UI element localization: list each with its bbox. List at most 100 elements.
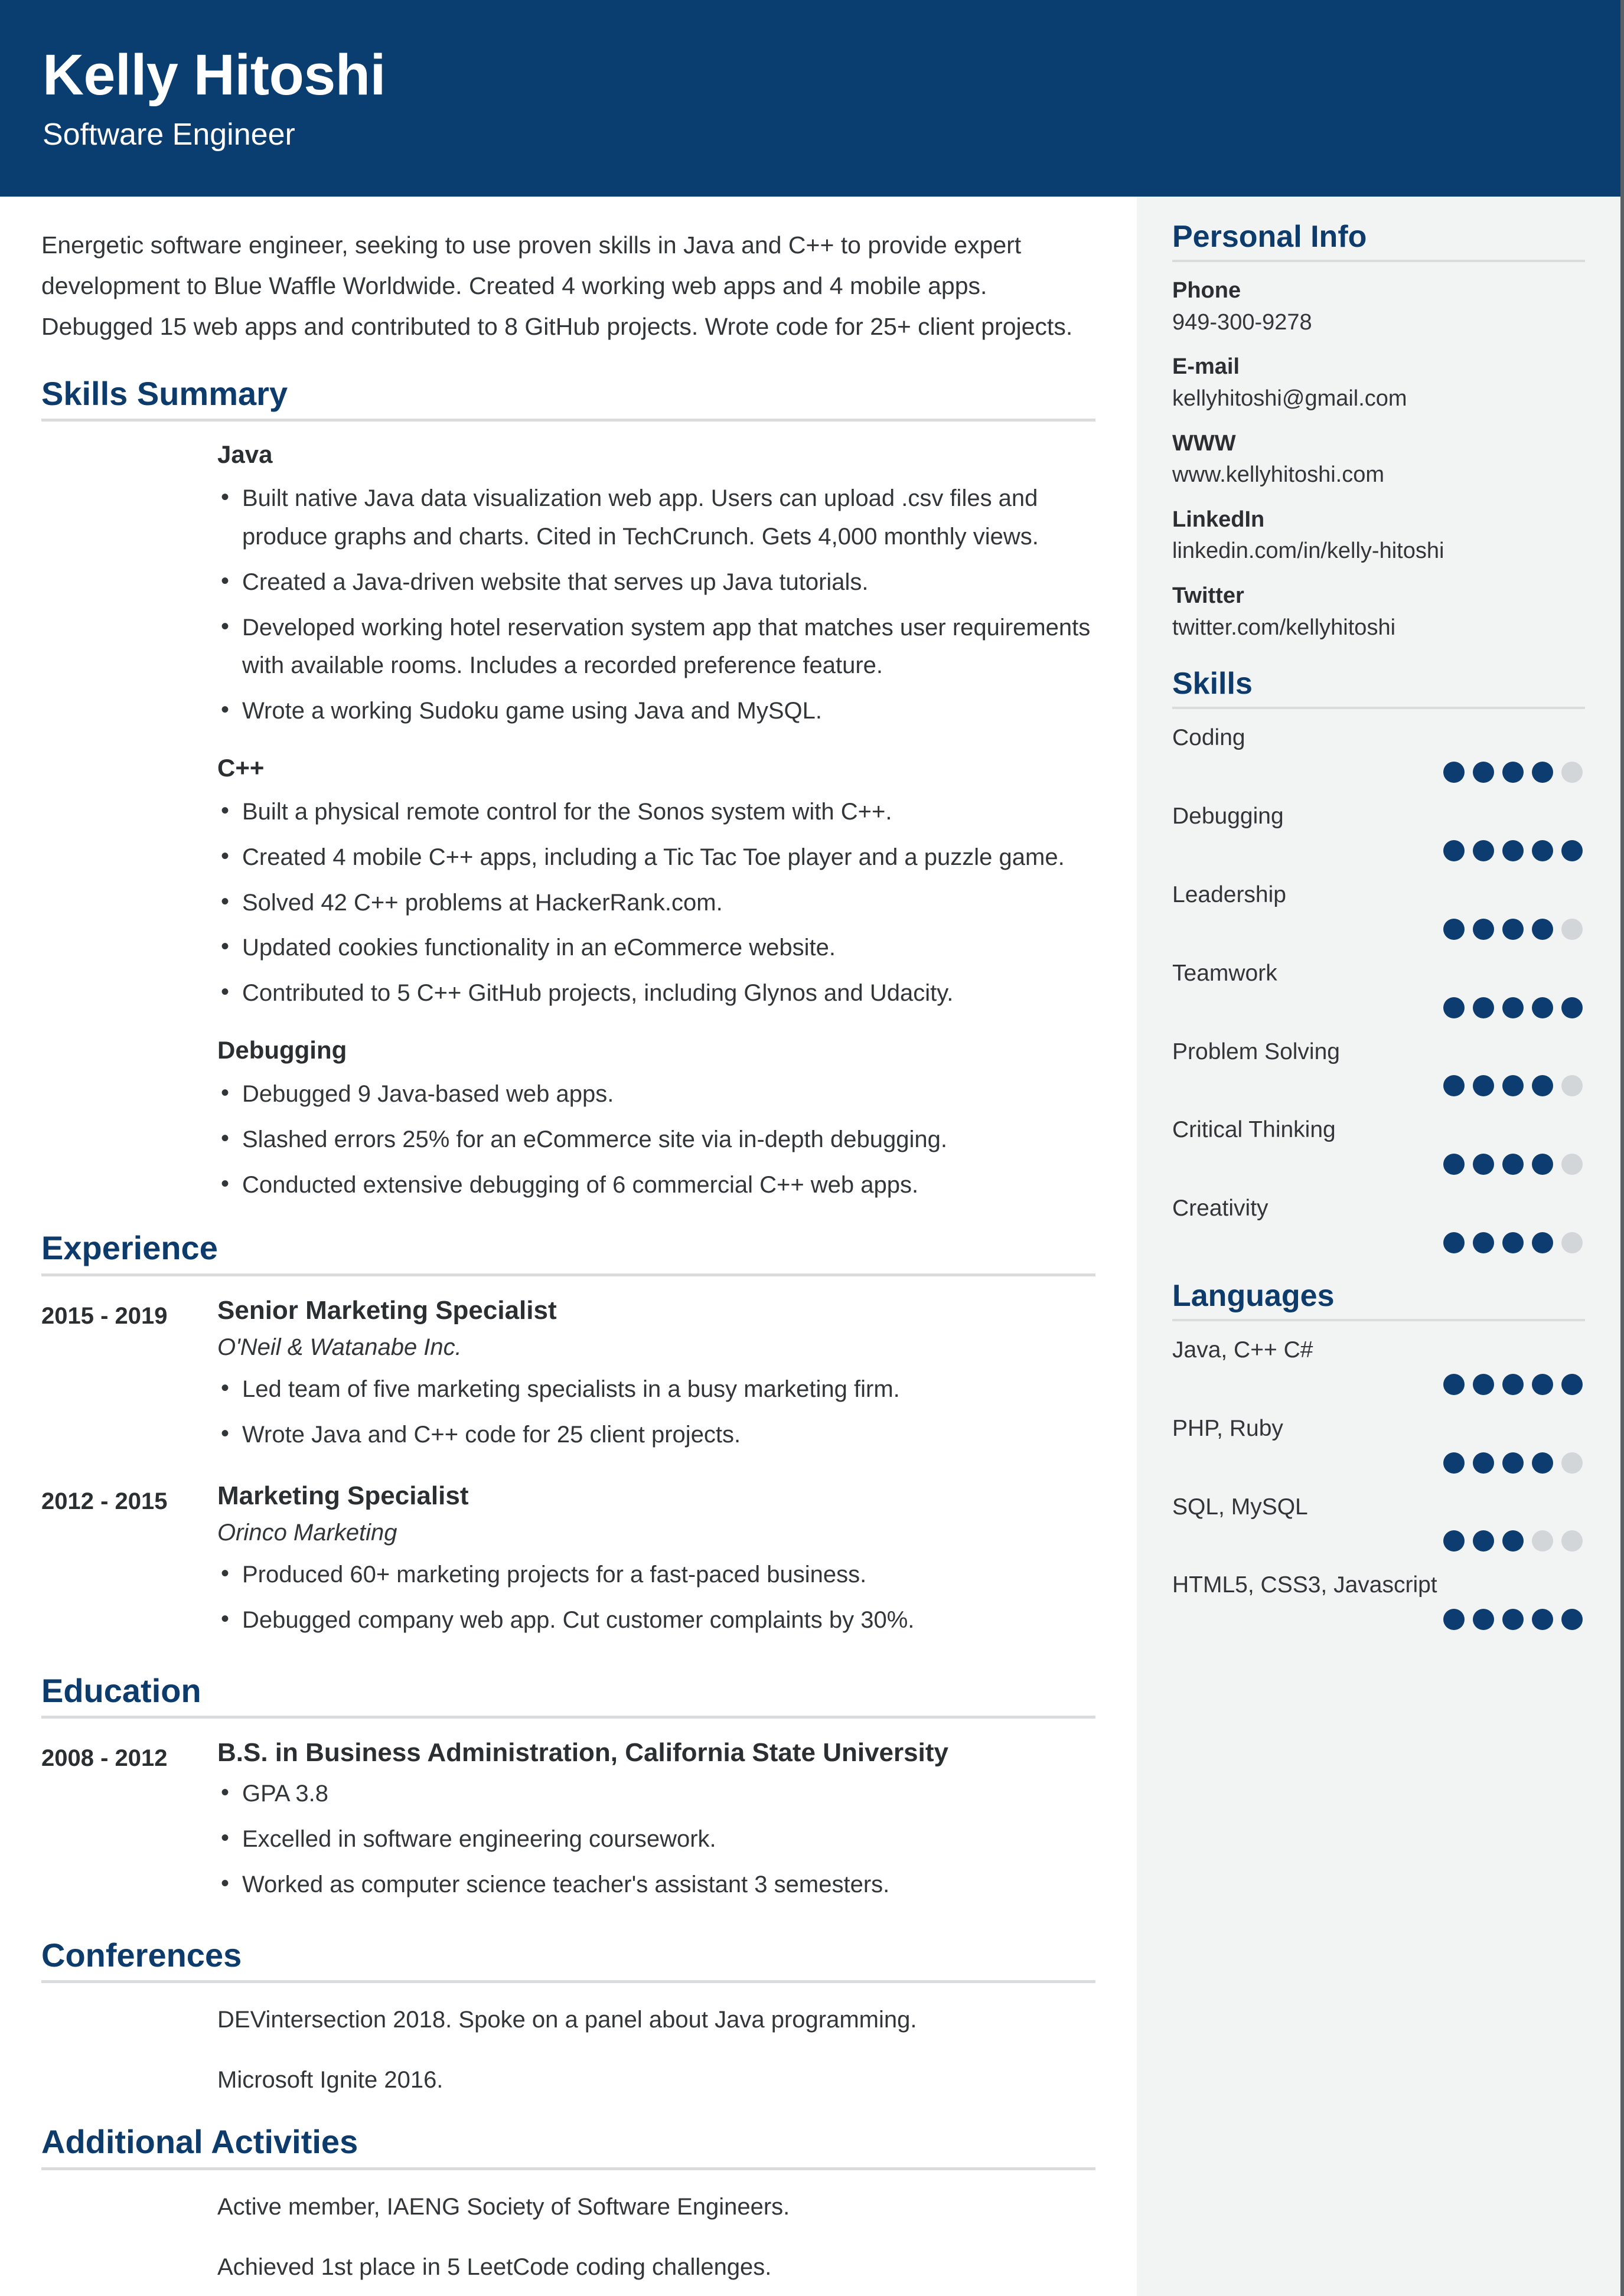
rating-dots	[1172, 762, 1585, 783]
skill-rating-row: Teamwork	[1172, 960, 1585, 1018]
entry-organization: O'Neil & Watanabe Inc.	[217, 1334, 462, 1360]
personal-info-label: E-mail	[1172, 354, 1240, 380]
rating-dot	[1502, 1154, 1524, 1175]
resume-page: Kelly Hitoshi Software Engineer Energeti…	[0, 0, 1624, 2296]
bullet-item: Built native Java data visualization web…	[221, 478, 1095, 556]
rating-dot	[1473, 1075, 1494, 1097]
rating-dots	[1172, 1154, 1585, 1175]
skill-rating-row: Problem Solving	[1172, 1038, 1585, 1097]
section-title: Additional Activities	[41, 2123, 358, 2161]
entry-organization: Orinco Marketing	[217, 1520, 397, 1546]
entry-body: Senior Marketing Specialist O'Neil & Wata…	[217, 1295, 1095, 1461]
sidebar-section-skills: Skills Coding Debugging Leadership Teamwork…	[1172, 667, 1585, 1253]
sidebar-section-title: Skills	[1172, 667, 1253, 701]
bullet-item: Wrote Java and C++ code for 25 client pr…	[221, 1415, 1095, 1454]
skill-group-list: Java Built native Java data visualization…	[41, 440, 1095, 1204]
main-column: Energetic software engineer, seeking to …	[0, 197, 1137, 2296]
language-rating-row: PHP, Ruby	[1172, 1415, 1585, 1474]
section-divider	[41, 2167, 1095, 2170]
bullet-item: Wrote a working Sudoku game using Java a…	[221, 691, 1095, 730]
rating-label: Problem Solving	[1172, 1038, 1340, 1064]
rating-dot	[1443, 1452, 1465, 1474]
rating-dot	[1532, 1232, 1553, 1253]
sidebar-section-divider	[1172, 1319, 1585, 1322]
activity-item-list: Active member, IAENG Society of Software…	[41, 2189, 1095, 2296]
rating-dots	[1172, 1609, 1585, 1631]
section-title: Conferences	[41, 1936, 242, 1974]
rating-dot	[1532, 762, 1553, 783]
rating-dot	[1532, 1530, 1553, 1552]
bullet-item: GPA 3.8	[221, 1774, 1095, 1813]
personal-info-value: 949-300-9278	[1172, 309, 1312, 335]
sidebar-section-divider	[1172, 260, 1585, 263]
rating-dot	[1532, 840, 1553, 861]
rating-dot	[1473, 1530, 1494, 1552]
sidebar-column: Personal Info Phone 949-300-9278 E-mail kel…	[1137, 197, 1620, 2296]
skill-group: Java Built native Java data visualization…	[41, 440, 1095, 730]
rating-dot	[1532, 997, 1553, 1018]
bullet-item: Created 4 mobile C++ apps, including a T…	[221, 837, 1095, 877]
entry-role: B.S. in Business Administration, Califor…	[217, 1738, 948, 1768]
rating-label: Coding	[1172, 725, 1245, 751]
bullet-item: Developed working hotel reservation syst…	[221, 608, 1095, 685]
section-divider	[41, 419, 1095, 422]
rating-dot	[1532, 1452, 1553, 1474]
entry-dates: 2015 - 2019	[41, 1302, 168, 1329]
bullet-item: Worked as computer science teacher's ass…	[221, 1864, 1095, 1904]
rating-dot	[1561, 840, 1583, 861]
rating-dot	[1443, 1154, 1465, 1175]
rating-dot	[1532, 1154, 1553, 1175]
personal-info-label: Twitter	[1172, 583, 1244, 608]
rating-dot	[1561, 1452, 1583, 1474]
section-divider	[41, 1980, 1095, 1984]
activity-item: Achieved 1st place in 5 LeetCode coding …	[217, 2253, 772, 2280]
rating-dot	[1443, 1530, 1465, 1552]
rating-dot	[1502, 1232, 1524, 1253]
entry-body: Marketing Specialist Orinco Marketing Prod…	[217, 1481, 1095, 1646]
rating-dot	[1561, 1609, 1583, 1631]
bullet-list: Built native Java data visualization web…	[217, 478, 1095, 730]
skill-rating-list: Coding Debugging Leadership Teamwork Problem…	[1172, 724, 1585, 1253]
sidebar-section-personal-info: Personal Info Phone 949-300-9278 E-mail kel…	[1172, 220, 1585, 641]
skill-group: Debugging Debugged 9 Java-based web apps.…	[41, 1036, 1095, 1204]
rating-dot	[1443, 1373, 1465, 1395]
bullet-list: GPA 3.8 Excelled in software engineering …	[217, 1774, 1095, 1904]
rating-label: Leadership	[1172, 881, 1286, 907]
rating-dot	[1502, 840, 1524, 861]
experience-entry-list: 2015 - 2019 Senior Marketing Specialist O'…	[41, 1295, 1095, 1647]
skill-group-title: Java	[217, 440, 273, 469]
bullet-item: Led team of five marketing specialists i…	[221, 1369, 1095, 1409]
rating-dots	[1172, 918, 1585, 940]
rating-dot	[1561, 1154, 1583, 1175]
language-rating-row: Java, C++ C#	[1172, 1337, 1585, 1395]
rating-dot	[1561, 997, 1583, 1018]
rating-dots	[1172, 997, 1585, 1018]
section-additional-activities: Additional Activities Active member, IAE…	[41, 2124, 1095, 2296]
rating-dot	[1561, 918, 1583, 940]
entry-role: Marketing Specialist	[217, 1481, 469, 1511]
rating-label: HTML5, CSS3, Javascript	[1172, 1572, 1437, 1598]
rating-dot	[1561, 1075, 1583, 1097]
rating-dot	[1473, 997, 1494, 1018]
rating-dot	[1473, 840, 1494, 861]
conference-item: Microsoft Ignite 2016.	[217, 2067, 443, 2093]
rating-dot	[1532, 1075, 1553, 1097]
rating-dot	[1443, 840, 1465, 861]
language-rating-row: HTML5, CSS3, Javascript	[1172, 1572, 1585, 1631]
rating-dots	[1172, 1452, 1585, 1474]
section-title: Experience	[41, 1229, 218, 1267]
rating-dots	[1172, 1232, 1585, 1253]
rating-dot	[1502, 762, 1524, 783]
rating-dot	[1561, 1373, 1583, 1395]
rating-label: Creativity	[1172, 1196, 1268, 1222]
rating-label: Critical Thinking	[1172, 1117, 1336, 1143]
resume-entry: 2008 - 2012 B.S. in Business Administrati…	[41, 1737, 1095, 1910]
rating-dot	[1473, 1452, 1494, 1474]
rating-dot	[1502, 1452, 1524, 1474]
bullet-item: Debugged company web app. Cut customer c…	[221, 1600, 1095, 1639]
section-conferences: Conferences DEVintersection 2018. Spoke …	[41, 1936, 1095, 2098]
skill-rating-row: Creativity	[1172, 1195, 1585, 1253]
skill-group-title: C++	[217, 754, 265, 782]
rating-label: Teamwork	[1172, 960, 1277, 986]
rating-label: SQL, MySQL	[1172, 1494, 1308, 1520]
